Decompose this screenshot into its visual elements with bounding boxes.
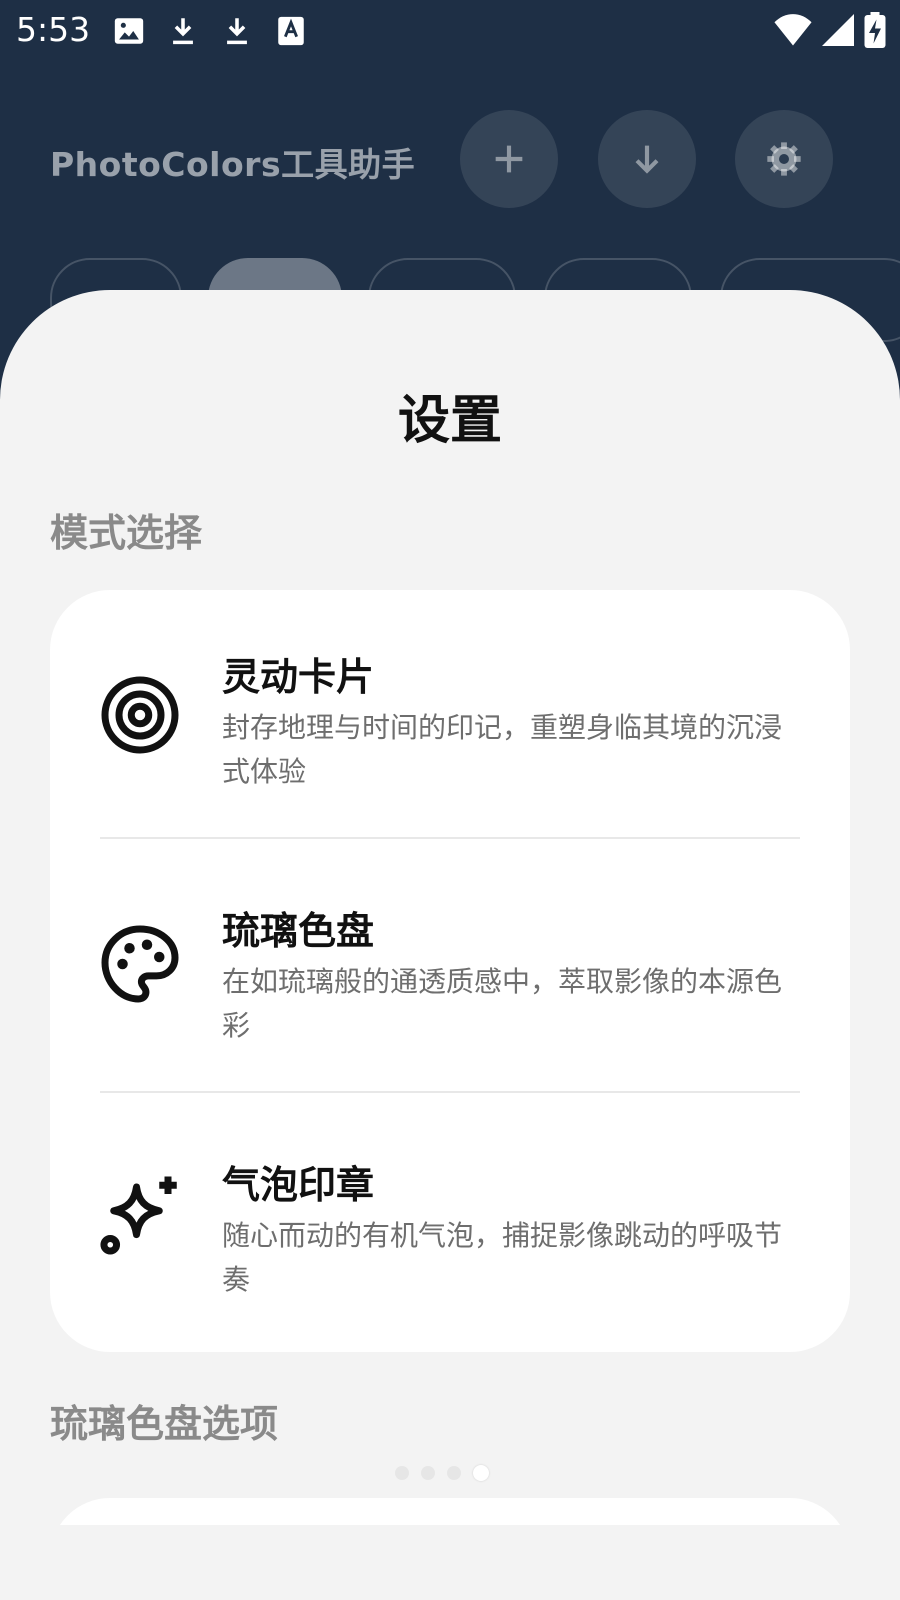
settings-icon [767, 142, 801, 176]
status-bar: 5:53 [0, 0, 900, 64]
battery-charging-icon [864, 12, 886, 48]
text-recognition-icon [278, 16, 304, 46]
options-card [50, 1498, 850, 1525]
image-icon [114, 18, 144, 44]
mode-title: 灵动卡片 [222, 655, 375, 699]
signal-icon [822, 14, 854, 46]
page-dot [447, 1466, 461, 1480]
bottom-area [0, 1525, 900, 1600]
mode-description: 封存地理与时间的印记，重塑身临其境的沉浸式体验 [222, 711, 783, 788]
system-icons [774, 12, 886, 48]
add-icon [495, 145, 523, 173]
download-icon [635, 145, 659, 174]
mode-item-glass-palette[interactable]: 琉璃色盘 在如琉璃般的通透质感中，萃取影像的本源色彩 [50, 844, 850, 1098]
page-indicator [395, 1465, 489, 1481]
notification-icons [112, 14, 308, 48]
mode-description: 随心而动的有机气泡，捕捉影像跳动的呼吸节奏 [222, 1219, 783, 1296]
download-button[interactable] [598, 110, 696, 208]
mode-item-dynamic-card[interactable]: 灵动卡片 封存地理与时间的印记，重塑身临其境的沉浸式体验 [50, 590, 850, 844]
settings-button[interactable] [735, 110, 833, 208]
wifi-icon [774, 14, 812, 46]
mode-card: 灵动卡片 封存地理与时间的印记，重塑身临其境的沉浸式体验 琉璃色盘 在如琉璃般的… [50, 590, 850, 1352]
mode-section-label: 模式选择 [50, 511, 203, 555]
page-dot-active [473, 1465, 489, 1481]
mode-title: 气泡印章 [222, 1163, 375, 1207]
sheet-title: 设置 [397, 391, 502, 451]
mode-title: 琉璃色盘 [222, 909, 375, 953]
target-icon [98, 673, 182, 757]
add-button[interactable] [460, 110, 558, 208]
mode-description: 在如琉璃般的通透质感中，萃取影像的本源色彩 [222, 965, 783, 1042]
page-dot [395, 1466, 409, 1480]
palette-icon [98, 922, 182, 1006]
status-time: 5:53 [16, 10, 91, 49]
mode-item-bubble-stamp[interactable]: 气泡印章 随心而动的有机气泡，捕捉影像跳动的呼吸节奏 [50, 1098, 850, 1352]
sparkles-icon [98, 1173, 182, 1257]
options-section-label: 琉璃色盘选项 [50, 1402, 279, 1446]
settings-sheet: 设置 模式选择 灵动卡片 封存地理与时间的印记，重塑身临其境的沉浸式体验 琉璃色… [0, 290, 900, 1525]
page-dot [421, 1466, 435, 1480]
download-icon [173, 18, 193, 45]
divider [100, 837, 800, 839]
app-title: PhotoColors工具助手 [50, 145, 416, 184]
divider [100, 1091, 800, 1093]
download-icon [227, 18, 247, 45]
